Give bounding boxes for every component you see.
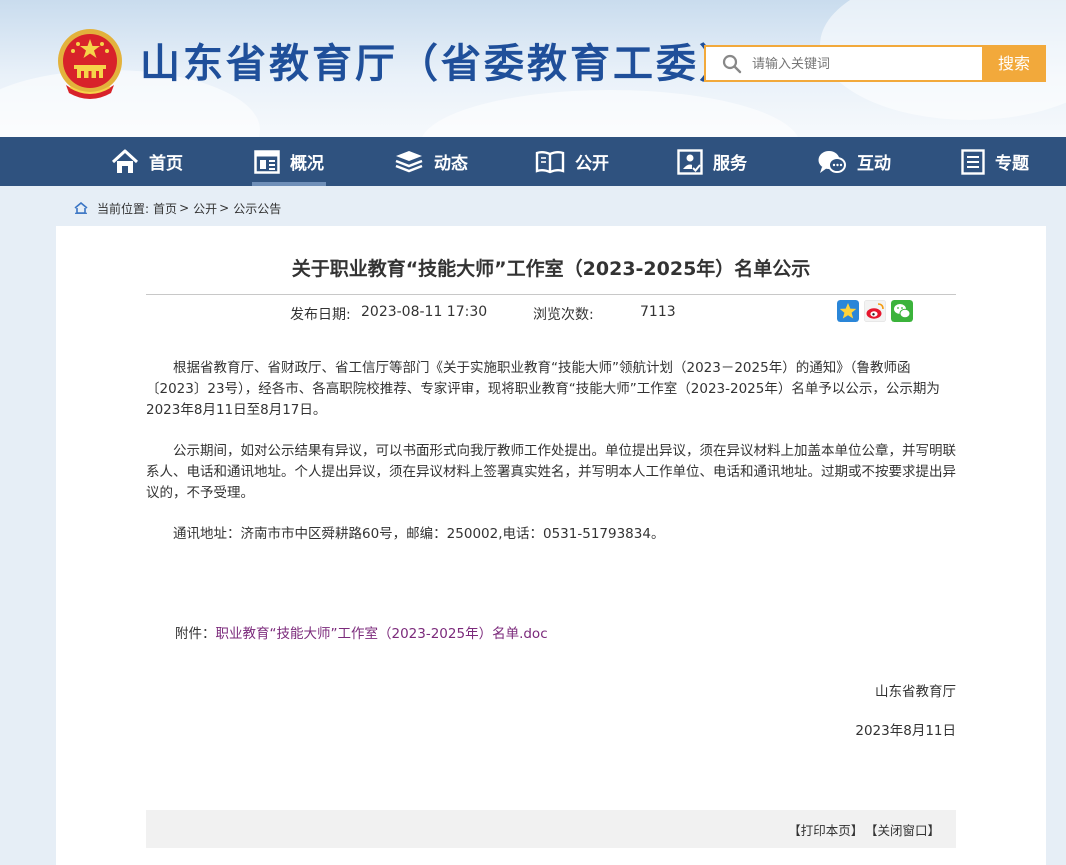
article-title: 关于职业教育“技能大师”工作室（2023-2025年）名单公示 [291,258,811,280]
breadcrumb: 当前位置: 首页 > 公开 > 公示公告 [74,199,281,217]
nav-item-label: 概况 [290,154,324,174]
nav-item-label: 互动 [857,154,891,174]
view-count-label: 浏览次数: [533,307,594,323]
chat-icon [818,150,846,173]
weibo-share-icon[interactable] [864,300,886,322]
paragraph-text: 公示期间，如对公示结果有异议，可以书面形式向我厅教师工作处提出。单位提出异议，须… [146,443,956,501]
search-input[interactable] [750,47,974,82]
article-footer-bar: 【打印本页】 【关闭窗口】 [146,810,956,848]
paragraph-text: 通讯地址：济南市市中区舜耕路60号，邮编：250002,电话：0531-5179… [173,526,665,542]
paragraph-text: 根据省教育厅、省财政厅、省工信厅等部门《关于实施职业教育“技能大师”领航计划（2… [146,360,940,418]
nav-item-label: 服务 [713,154,747,174]
signature: 山东省教育厅 [875,684,956,700]
search-bar: 搜索 [704,45,1046,82]
nav-item-public[interactable]: 公开 [535,137,609,186]
article-paragraph: 根据省教育厅、省财政厅、省工信厅等部门《关于实施职业教育“技能大师”领航计划（2… [146,358,956,421]
sign-date: 2023年8月11日 [855,723,956,739]
article-paragraph: 通讯地址：济南市市中区舜耕路60号，邮编：250002,电话：0531-5179… [146,524,956,545]
breadcrumb-public-link[interactable]: 公开 [193,200,217,217]
breadcrumb-separator: > [179,201,190,215]
nav-item-news[interactable]: 动态 [394,137,468,186]
print-page-button[interactable]: 【打印本页】 [788,823,863,838]
nav-item-overview[interactable]: 概况 [252,137,326,186]
nav-item-home[interactable]: 首页 [111,137,183,186]
service-icon [677,148,703,175]
publish-date-label: 发布日期: [290,307,351,323]
attachment-label: 附件： [175,626,216,642]
nav-item-label: 专题 [995,154,1029,174]
attachment-link[interactable]: 职业教育“技能大师”工作室（2023-2025年）名单.doc [216,626,548,642]
wechat-share-icon[interactable] [891,300,913,322]
nav-item-interact[interactable]: 互动 [817,137,891,186]
search-icon [722,54,742,74]
location-home-icon [74,202,88,214]
breadcrumb-notice-link[interactable]: 公示公告 [233,200,281,217]
nav-item-service[interactable]: 服务 [677,137,747,186]
breadcrumb-separator: > [219,201,230,215]
breadcrumb-prefix: 当前位置: [97,201,150,216]
favorite-star-icon[interactable] [837,300,859,322]
site-title: 山东省教育厅（省委教育工委） [140,41,742,87]
close-window-button[interactable]: 【关闭窗口】 [871,823,940,838]
nav-item-label: 公开 [575,154,609,174]
nav-item-label: 动态 [434,154,468,174]
overview-icon [254,149,280,174]
news-icon [395,150,423,172]
publish-date-value: 2023-08-11 17:30 [361,304,488,320]
search-box [704,45,982,82]
breadcrumb-home-link[interactable]: 首页 [153,200,177,217]
search-button[interactable]: 搜索 [982,45,1046,82]
attachment-line: 附件：职业教育“技能大师”工作室（2023-2025年）名单.doc [146,622,548,642]
article-paragraph: 公示期间，如对公示结果有异议，可以书面形式向我厅教师工作处提出。单位提出异议，须… [146,441,956,504]
article-panel: 关于职业教育“技能大师”工作室（2023-2025年）名单公示 发布日期: 20… [56,226,1046,865]
view-count-value: 7113 [640,304,676,320]
home-icon [111,149,139,173]
book-icon [535,150,565,173]
site-header: 山东省教育厅（省委教育工委） 搜索 [0,0,1066,137]
topic-icon [961,148,985,175]
nav-item-label: 首页 [149,154,183,174]
main-nav: 首页 概况 动态 公开 服务 互动 专题 [0,137,1066,186]
title-divider [146,294,956,295]
nav-item-topic[interactable]: 专题 [961,137,1029,186]
footer-links: 【打印本页】 【关闭窗口】 [780,820,940,839]
national-emblem-icon [58,29,122,99]
header-cloud [420,90,800,137]
